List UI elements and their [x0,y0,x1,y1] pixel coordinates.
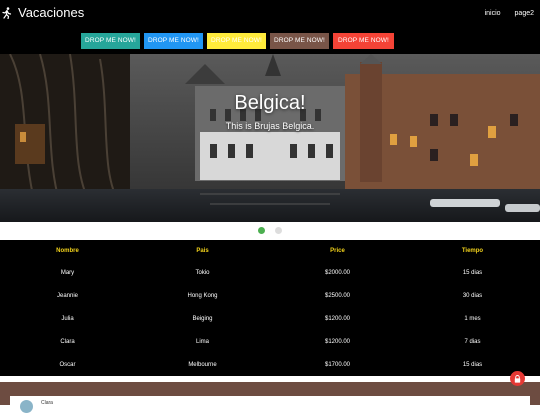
brugge-canal-image [0,54,540,222]
cell-pais: Tokio [195,270,210,277]
slide-caption: This is Brujas Belgica. [225,121,315,131]
avatar [20,400,33,413]
cell-price: $1200.00 [324,315,351,322]
cell-tiempo: 7 dias [464,338,481,345]
drop-button-brown[interactable]: DROP ME NOW! [270,33,329,49]
column-header-price: Price [330,248,345,254]
cell-pais: Melbourne [188,361,217,368]
table-row: Jeannie Hong Kong $2500.00 30 dias [0,285,540,308]
comment-card: Clara [10,396,530,413]
table-row: Clara Lima $1200.00 7 dias [0,330,540,353]
cell-price: $2000.00 [324,270,351,277]
comments-panel: Clara [0,382,540,413]
cell-nombre: Oscar [59,361,76,368]
cell-nombre: Julia [61,315,74,322]
lock-icon [514,374,521,383]
nav-links: inicio page2 [485,10,534,18]
cell-nombre: Jeannie [56,293,79,300]
table-header-row: Nombre Pais Price Tiempo [0,240,540,262]
running-person-icon [2,7,12,19]
cell-pais: Beiging [192,315,213,322]
comment-author: Clara [41,400,53,406]
vacation-table: Nombre Pais Price Tiempo Mary Tokio $200… [0,240,540,376]
top-navbar: Vacaciones inicio page2 [0,0,540,30]
table-row: Julia Beiging $1200.00 1 mes [0,308,540,331]
nav-link-page2[interactable]: page2 [515,10,534,18]
indicator-dot[interactable] [275,227,282,234]
cell-tiempo: 30 dias [462,293,483,300]
indicator-dot-active[interactable] [258,227,265,234]
nav-link-inicio[interactable]: inicio [485,10,501,18]
cell-price: $2500.00 [324,293,351,300]
cell-price: $1700.00 [324,361,351,368]
drop-button-blue[interactable]: DROP ME NOW! [144,33,203,49]
hero-slider[interactable]: Belgica! This is Brujas Belgica. [0,54,540,222]
column-header-nombre: Nombre [56,248,79,254]
table-row: Oscar Melbourne $1700.00 15 dias [0,353,540,376]
button-bar: DROP ME NOW! DROP ME NOW! DROP ME NOW! D… [0,30,540,54]
cell-price: $1200.00 [324,338,351,345]
slide-title: Belgica! [234,92,306,114]
cell-tiempo: 15 dias [462,270,483,277]
column-header-tiempo: Tiempo [461,248,484,254]
column-header-pais: Pais [196,248,209,254]
drop-button-teal[interactable]: DROP ME NOW! [81,33,140,49]
cell-pais: Hong Kong [187,293,218,300]
floating-action-button[interactable] [510,371,525,386]
cell-nombre: Mary [60,270,75,277]
cell-nombre: Clara [60,338,75,345]
drop-button-yellow[interactable]: DROP ME NOW! [207,33,266,49]
slider-indicators [0,222,540,240]
cell-pais: Lima [195,338,209,345]
table-row: Mary Tokio $2000.00 15 dias [0,262,540,285]
brand-title: Vacaciones [18,5,85,20]
cell-tiempo: 1 mes [464,315,481,322]
drop-button-red[interactable]: DROP ME NOW! [333,33,394,49]
brand[interactable]: Vacaciones [2,6,84,20]
